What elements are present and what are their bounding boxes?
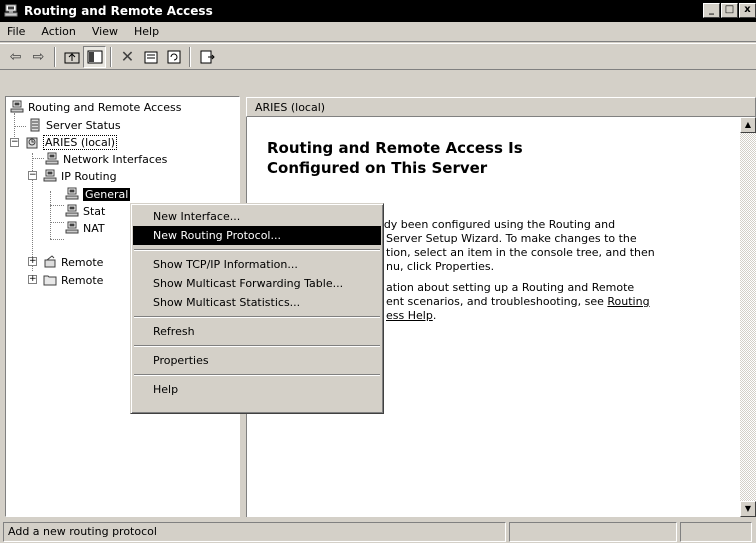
network-interfaces-icon <box>44 152 60 166</box>
tree-root[interactable]: Routing and Remote Access <box>9 99 181 115</box>
menu-separator <box>134 374 380 376</box>
collapse-aries-icon[interactable]: − <box>10 138 19 147</box>
tree-server-status[interactable]: Server Status <box>27 117 121 133</box>
para2-line-2: ent scenarios, and troubleshooting, see <box>386 295 604 308</box>
menu-view[interactable]: View <box>84 25 126 38</box>
tree-nat-label: NAT <box>83 221 105 235</box>
folder-icon <box>42 273 58 287</box>
window-title: Routing and Remote Access <box>24 4 213 18</box>
tree-ip-routing[interactable]: IP Routing <box>42 168 117 184</box>
remote-access-policies-icon <box>42 255 58 269</box>
server-status-icon <box>27 118 43 132</box>
ip-routing-icon <box>42 169 58 183</box>
back-icon[interactable]: ⇦ <box>4 46 27 68</box>
tree-general[interactable]: General <box>64 186 131 202</box>
heading-line-1: Routing and Remote Access Is <box>267 139 523 157</box>
para2-end: . <box>432 309 437 322</box>
tree-network-interfaces[interactable]: Network Interfaces <box>44 151 167 167</box>
menu-new-routing-protocol[interactable]: New Routing Protocol... <box>133 226 381 245</box>
menu-file[interactable]: File <box>0 25 33 38</box>
forward-icon[interactable]: ⇨ <box>27 46 50 68</box>
access-help-link[interactable]: ess Help <box>386 309 433 322</box>
tree-static-routes[interactable]: Stat <box>64 203 105 219</box>
show-hide-tree-icon[interactable] <box>83 45 106 68</box>
tree-server-status-label: Server Status <box>46 118 121 132</box>
export-list-icon[interactable] <box>195 46 218 68</box>
refresh-icon[interactable] <box>162 46 185 68</box>
tree-root-label: Routing and Remote Access <box>28 100 182 114</box>
tree-server-aries[interactable]: ARIES (local) <box>24 134 118 150</box>
routing-help-link[interactable]: Routing <box>607 295 649 308</box>
tree-ip-routing-label: IP Routing <box>61 169 117 183</box>
up-folder-icon[interactable] <box>60 46 83 68</box>
heading-line-2: Configured on This Server <box>267 159 488 177</box>
vertical-scrollbar[interactable]: ▲ ▼ <box>740 117 756 517</box>
tree-nat[interactable]: NAT <box>64 220 105 236</box>
menu-bar: File Action View Help <box>0 22 756 42</box>
nat-icon <box>64 221 80 235</box>
collapse-ip-routing-icon[interactable]: − <box>28 171 37 180</box>
tree-general-label: General <box>83 187 131 201</box>
context-menu: New Interface... New Routing Protocol...… <box>130 203 384 414</box>
menu-properties[interactable]: Properties <box>133 351 381 370</box>
menu-show-multicast-stats[interactable]: Show Multicast Statistics... <box>133 293 381 312</box>
minimize-button[interactable]: _ <box>703 3 720 18</box>
menu-separator <box>134 249 380 251</box>
para-line-4-wrap: nu, click Properties. <box>386 260 494 274</box>
server-icon <box>24 135 40 149</box>
expand-remote-access-icon[interactable]: + <box>28 257 37 266</box>
main-window: Routing and Remote Access _ □ x File Act… <box>0 0 756 543</box>
para2-line-2-wrap: ent scenarios, and troubleshooting, see … <box>386 295 650 309</box>
routing-app-icon <box>3 3 19 19</box>
menu-help-item[interactable]: Help <box>133 380 381 399</box>
details-header: ARIES (local) <box>246 97 756 117</box>
para2-line-1: ation about setting up a Routing and Rem… <box>386 281 635 294</box>
status-bar: Add a new routing protocol <box>0 521 756 543</box>
expand-remote-logging-icon[interactable]: + <box>28 275 37 284</box>
scroll-up-icon[interactable]: ▲ <box>740 117 756 133</box>
status-text: Add a new routing protocol <box>3 522 506 542</box>
page-title: Routing and Remote Access Is Configured … <box>267 138 627 178</box>
menu-action[interactable]: Action <box>33 25 83 38</box>
tree-remote-logging-label: Remote <box>61 273 104 287</box>
tree-remote-access[interactable]: Remote <box>42 254 103 270</box>
menu-help[interactable]: Help <box>126 25 167 38</box>
menu-show-multicast-forwarding[interactable]: Show Multicast Forwarding Table... <box>133 274 381 293</box>
para-line-3: tion, select an item in the console tree… <box>386 246 655 259</box>
toolbar-separator <box>189 46 191 67</box>
menu-new-interface[interactable]: New Interface... <box>133 207 381 226</box>
menu-refresh[interactable]: Refresh <box>133 322 381 341</box>
para-line-4: nu, click Properties. <box>386 260 495 273</box>
para-line-2: Server Setup Wizard. To make changes to … <box>386 232 637 245</box>
toolbar-separator <box>110 46 112 67</box>
general-icon <box>64 187 80 201</box>
maximize-button[interactable]: □ <box>721 3 738 18</box>
static-routes-icon <box>64 204 80 218</box>
status-panel-2 <box>509 522 677 542</box>
scroll-down-icon[interactable]: ▼ <box>740 501 756 517</box>
tree-remote-access-label: Remote <box>61 255 104 269</box>
routing-server-icon <box>9 100 25 114</box>
para-line-2-wrap: Server Setup Wizard. To make changes to … <box>386 232 637 246</box>
para2-line-1-wrap: ation about setting up a Routing and Rem… <box>386 281 634 295</box>
status-panel-3 <box>680 522 752 542</box>
para-line-3-wrap: tion, select an item in the console tree… <box>386 246 655 260</box>
title-bar[interactable]: Routing and Remote Access _ □ x <box>0 0 756 22</box>
tree-static-routes-label: Stat <box>83 204 106 218</box>
toolbar-separator <box>54 46 56 67</box>
menu-separator <box>134 345 380 347</box>
menu-separator <box>134 316 380 318</box>
delete-icon[interactable]: ✕ <box>116 46 139 68</box>
para2-line-3-wrap: ess Help. <box>386 309 436 323</box>
toolbar: ⇦ ⇨ ✕ <box>0 43 756 70</box>
tree-network-interfaces-label: Network Interfaces <box>63 152 168 166</box>
close-button[interactable]: x <box>739 3 756 18</box>
properties-icon[interactable] <box>139 46 162 68</box>
menu-show-tcpip-info[interactable]: Show TCP/IP Information... <box>133 255 381 274</box>
tree-server-label: ARIES (local) <box>43 134 118 150</box>
tree-remote-logging[interactable]: Remote <box>42 272 103 288</box>
